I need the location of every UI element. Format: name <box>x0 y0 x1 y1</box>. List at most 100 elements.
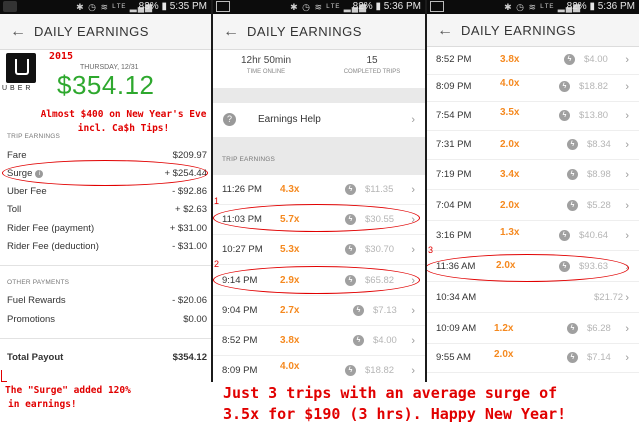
trip-row[interactable]: 3:16 PM 1.3x ϟ $40.64 › <box>427 221 639 251</box>
uber-app-icon <box>3 1 17 12</box>
chevron-right-icon: › <box>625 169 629 181</box>
trip-row[interactable]: 7:19 PM 3.4x ϟ $8.98 › <box>427 160 639 190</box>
trip-row[interactable]: 11:26 PM 4.3x ϟ $11.35 › <box>213 175 425 205</box>
back-arrow-icon[interactable]: ← <box>223 14 240 50</box>
trip-row[interactable]: 9:04 PM 2.7x ϟ $7.13 › <box>213 296 425 326</box>
divider <box>0 265 211 266</box>
app-header: ← DAILY EARNINGS <box>427 14 639 47</box>
trip-row[interactable]: 8:09 PM 4.0x ϟ $18.82 › <box>213 356 425 382</box>
trip-row[interactable]: 8:09 PM 4.0x ϟ $18.82 › <box>427 72 639 102</box>
row-value: $354.12 <box>172 352 207 363</box>
chevron-right-icon: › <box>411 305 415 317</box>
chevron-right-icon: › <box>625 292 629 304</box>
surge-bolt-icon: ϟ <box>353 335 364 346</box>
trip-row[interactable]: 10:34 AM $21.72 › <box>427 283 639 313</box>
trip-highlight-circle-2 <box>213 266 420 294</box>
time-online-label: TIME ONLINE <box>246 69 286 75</box>
row-label: Uber Fee <box>7 186 47 197</box>
surge-bolt-icon: ϟ <box>564 54 575 65</box>
completed-trips-value: 15 <box>366 55 378 66</box>
battery-level: 83% <box>138 1 159 12</box>
chevron-right-icon: › <box>411 244 415 256</box>
trip-summary-annotation: Just 3 trips with an average surge of 3.… <box>223 384 567 423</box>
status-bar: ✱ ◷ ≋ ᴸᵀᴱ ▂▄▆ 83% ▮ 5:35 PM <box>0 0 211 14</box>
clock: 5:36 PM <box>383 1 421 12</box>
status-bar: ✱ ◷ ≋ ᴸᵀᴱ ▂▄▆ 82% ▮ 5:36 PM <box>213 0 425 14</box>
surge-bolt-icon: ϟ <box>345 365 356 376</box>
promotions-row: Promotions $0.00 <box>7 310 207 330</box>
page-title: DAILY EARNINGS <box>34 24 149 39</box>
chevron-right-icon: › <box>411 335 415 347</box>
annotation-marker-3: 3 <box>428 245 434 255</box>
surge-bolt-icon: ϟ <box>559 81 570 92</box>
row-value: + $31.00 <box>169 223 207 234</box>
trip-row[interactable]: 8:52 PM 3.8x ϟ $4.00 › <box>213 326 425 356</box>
earnings-help-row[interactable]: ? Earnings Help › <box>213 103 425 137</box>
divider <box>0 338 211 339</box>
surge-bolt-icon: ϟ <box>345 244 356 255</box>
surge-bolt-icon: ϟ <box>559 230 570 241</box>
surge-bolt-icon: ϟ <box>567 200 578 211</box>
row-label: Rider Fee (payment) <box>7 223 95 234</box>
surge-bolt-icon: ϟ <box>567 323 578 334</box>
annotation-marker-1: 1 <box>214 196 220 206</box>
row-label: Toll <box>7 204 22 215</box>
surge-highlight-circle <box>2 160 208 186</box>
surge-bolt-icon: ϟ <box>567 352 578 363</box>
trip-row[interactable]: 10:09 AM 1.2x ϟ $6.28 › <box>427 314 639 344</box>
trip-earnings-header: TRIP EARNINGS <box>213 137 425 175</box>
surge-bolt-icon: ϟ <box>345 184 356 195</box>
annotation-marker-2: 2 <box>214 259 220 269</box>
chevron-right-icon: › <box>625 323 629 335</box>
uber-logo-icon <box>6 53 36 83</box>
chevron-right-icon: › <box>411 114 415 126</box>
surge-bolt-icon: ϟ <box>353 305 364 316</box>
chevron-right-icon: › <box>625 139 629 151</box>
chevron-right-icon: › <box>625 230 629 242</box>
trip-row[interactable]: 9:55 AM 2.0x ϟ $7.14 › <box>427 343 639 373</box>
row-label: Total Payout <box>7 352 64 363</box>
toll-row: Toll + $2.63 <box>7 200 207 220</box>
chevron-right-icon: › <box>625 352 629 364</box>
trip-row[interactable]: 10:27 PM 5.3x ϟ $30.70 › <box>213 235 425 265</box>
battery-level: 82% <box>566 1 587 12</box>
back-arrow-icon[interactable]: ← <box>437 14 454 47</box>
chevron-right-icon: › <box>411 365 415 377</box>
earnings-help-label: Earnings Help <box>258 114 321 125</box>
spacer <box>213 88 425 103</box>
chevron-right-icon: › <box>625 54 629 66</box>
surge-bolt-icon: ϟ <box>567 139 578 150</box>
rider-fee-deduction-row: Rider Fee (deduction) - $31.00 <box>7 237 207 257</box>
completed-trips-stat: 15 COMPLETED TRIPS <box>319 50 425 88</box>
gallery-icon <box>216 1 230 12</box>
time-online-value: 12hr 50min <box>240 55 292 66</box>
chevron-right-icon: › <box>625 81 629 93</box>
trip-row[interactable]: 7:04 PM 2.0x ϟ $5.28 › <box>427 191 639 221</box>
row-value: - $92.86 <box>172 186 207 197</box>
completed-trips-label: COMPLETED TRIPS <box>343 69 401 75</box>
trip-earnings-label: TRIP EARNINGS <box>7 133 61 140</box>
chevron-right-icon: › <box>625 110 629 122</box>
row-label: Rider Fee (deduction) <box>7 241 99 252</box>
surge-percentage-annotation: The "Surge" added 120% in earnings! <box>5 385 131 410</box>
page-title: DAILY EARNINGS <box>247 24 362 39</box>
row-value: - $20.06 <box>172 295 207 306</box>
trip-row[interactable]: 7:54 PM 3.5x ϟ $13.80 › <box>427 101 639 131</box>
row-value: - $31.00 <box>172 241 207 252</box>
trip-row[interactable]: 7:31 PM 2.0x ϟ $8.34 › <box>427 130 639 160</box>
trip-row[interactable]: 8:52 PM 3.8x ϟ $4.00 › <box>427 45 639 75</box>
earnings-annotation: Almost $400 on New Year's Eve incl. Ca$h… <box>40 109 207 134</box>
other-payments-label: OTHER PAYMENTS <box>7 279 70 286</box>
back-arrow-icon[interactable]: ← <box>10 14 27 50</box>
gallery-icon <box>430 1 444 12</box>
trips-screen-1: ✱ ◷ ≋ ᴸᵀᴱ ▂▄▆ 82% ▮ 5:36 PM ← DAILY EARN… <box>213 0 425 382</box>
row-label: Promotions <box>7 314 56 325</box>
row-value: $0.00 <box>183 314 207 325</box>
row-value: + $2.63 <box>175 204 207 215</box>
trip-highlight-circle-1 <box>213 204 420 232</box>
battery-level: 82% <box>352 1 373 12</box>
trip-earnings-label: TRIP EARNINGS <box>222 156 276 163</box>
app-header: ← DAILY EARNINGS <box>213 14 425 50</box>
surge-bolt-icon: ϟ <box>567 169 578 180</box>
help-icon: ? <box>223 113 236 126</box>
